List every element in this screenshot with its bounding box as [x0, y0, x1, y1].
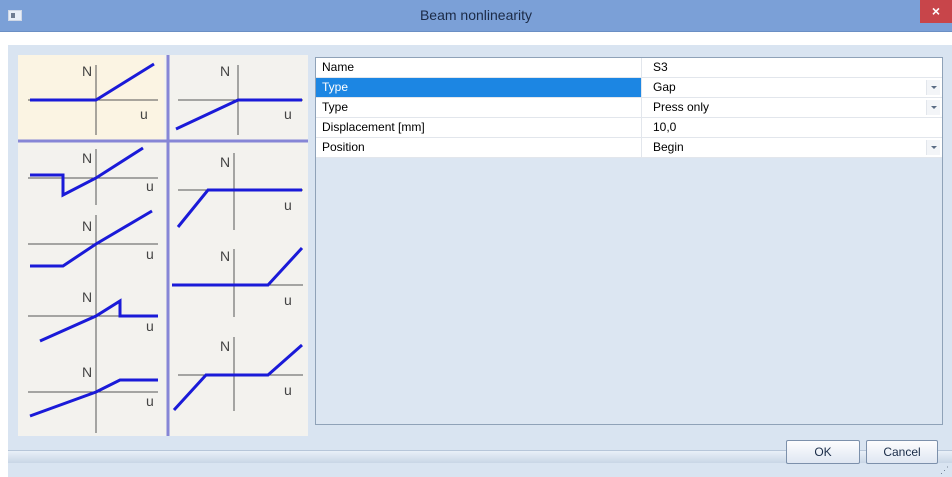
tile-linear-plateau-high[interactable]: N u: [28, 360, 158, 433]
tile-tension-jump[interactable]: N u: [28, 146, 158, 205]
tile-8-u-label: u: [284, 292, 292, 308]
chevron-down-icon[interactable]: [926, 80, 940, 95]
tile-9-u-label: u: [284, 382, 292, 398]
chevron-down-icon[interactable]: [926, 140, 940, 155]
tile-6-curve: [29, 378, 158, 418]
tile-6-u-label: u: [146, 393, 154, 409]
tile-2-u-label: u: [284, 106, 292, 122]
property-label: Position: [316, 138, 642, 157]
tile-compression-only[interactable]: N u: [175, 63, 303, 135]
tile-4-u-label: u: [146, 246, 154, 262]
dialog-title: Beam nonlinearity: [419, 7, 533, 23]
tile-5-n-label: N: [82, 289, 92, 305]
tile-2-n-label: N: [220, 63, 230, 79]
tile-9-curve: [172, 343, 303, 412]
nonlinearity-type-gallery: N u N u N u N u N u N u N u N u N u: [18, 55, 308, 436]
property-value-position[interactable]: Begin: [648, 138, 942, 157]
tile-press-only[interactable]: N u: [176, 153, 303, 230]
gallery-svg: N u N u N u N u N u N u N u N u N u: [18, 55, 308, 436]
tile-7-n-label: N: [220, 154, 230, 170]
tile-9-n-label: N: [220, 338, 230, 354]
close-button[interactable]: ×: [920, 0, 952, 23]
tile-gap-both[interactable]: N u: [172, 337, 303, 412]
tile-4-n-label: N: [82, 218, 92, 234]
tile-8-n-label: N: [220, 248, 230, 264]
property-label: Type: [316, 78, 642, 97]
tile-1-n-label: N: [82, 63, 92, 79]
property-label: Displacement [mm]: [316, 118, 642, 137]
property-label: Name: [316, 58, 642, 77]
property-row-displacement[interactable]: Displacement [mm] 10,0: [316, 118, 942, 138]
property-value-name[interactable]: S3: [648, 58, 942, 77]
tile-7-u-label: u: [284, 197, 292, 213]
property-label: Type: [316, 98, 642, 117]
dialog-window: Beam nonlinearity × N u N u N u N u N u …: [0, 0, 952, 477]
property-value-displacement[interactable]: 10,0: [648, 118, 942, 137]
resize-grip-icon[interactable]: ⋰: [940, 465, 950, 475]
property-row-type[interactable]: Type Gap: [316, 78, 942, 98]
tile-drop-after-peak[interactable]: N u: [28, 285, 158, 360]
tile-8-curve: [172, 246, 304, 287]
chevron-down-icon[interactable]: [926, 100, 940, 115]
tile-5-u-label: u: [146, 318, 154, 334]
property-grid: Name S3 Type Gap Type Press only Displac…: [315, 57, 943, 425]
tile-linear-plateau-low[interactable]: N u: [28, 209, 158, 285]
title-bar[interactable]: Beam nonlinearity ×: [0, 0, 952, 32]
property-row-position[interactable]: Position Begin: [316, 138, 942, 158]
property-value-subtype[interactable]: Press only: [648, 98, 942, 117]
tile-6-n-label: N: [82, 364, 92, 380]
tile-5-curve: [39, 298, 158, 343]
property-value-type[interactable]: Gap: [648, 78, 942, 97]
tile-3-n-label: N: [82, 150, 92, 166]
property-row-name[interactable]: Name S3: [316, 58, 942, 78]
property-row-subtype[interactable]: Type Press only: [316, 98, 942, 118]
ok-button[interactable]: OK: [786, 440, 860, 464]
tile-1-u-label: u: [140, 106, 148, 122]
tile-tension-only[interactable]: N u: [172, 246, 304, 317]
cancel-button[interactable]: Cancel: [866, 440, 938, 464]
tile-3-u-label: u: [146, 178, 154, 194]
